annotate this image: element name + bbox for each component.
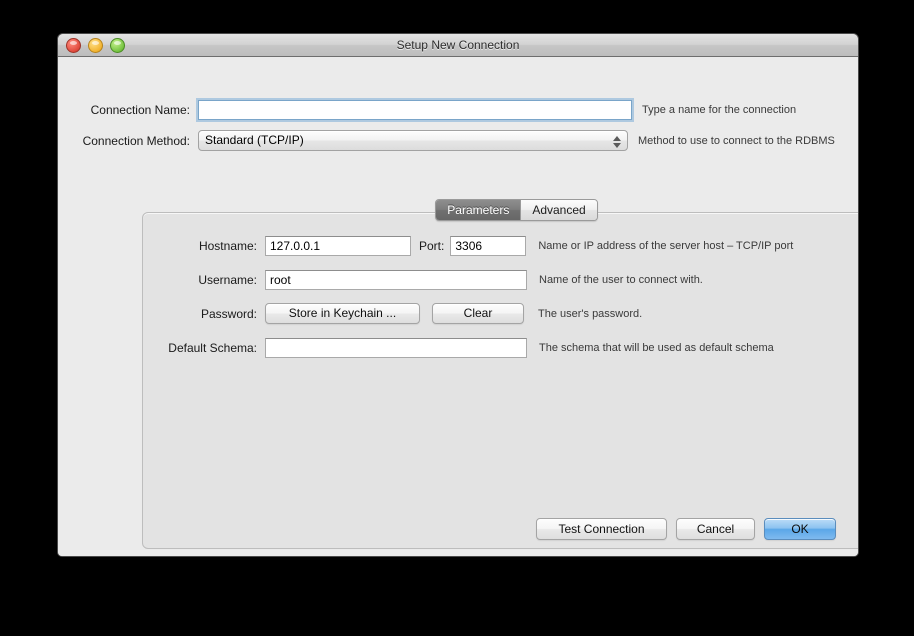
arrow-down-icon	[612, 142, 621, 148]
username-hint: Name of the user to connect with.	[539, 274, 703, 286]
connection-method-select[interactable]: Standard (TCP/IP)	[198, 130, 628, 151]
username-row: Username: Name of the user to connect wi…	[143, 270, 858, 290]
dialog-content: Connection Name: Type a name for the con…	[58, 57, 858, 556]
port-label: Port:	[419, 239, 445, 253]
default-schema-input[interactable]	[265, 338, 527, 358]
connection-name-row: Connection Name: Type a name for the con…	[58, 100, 858, 120]
connection-method-hint: Method to use to connect to the RDBMS	[638, 134, 835, 147]
tab-advanced[interactable]: Advanced	[520, 200, 597, 220]
tab-panel: Parameters Advanced Hostname: Port: Name…	[142, 199, 858, 549]
tab-strip: Parameters Advanced	[143, 199, 858, 221]
dialog-footer: Test Connection Cancel OK	[536, 518, 836, 540]
username-label: Username:	[198, 273, 257, 287]
tab-parameters[interactable]: Parameters	[436, 200, 521, 220]
connection-name-hint: Type a name for the connection	[642, 104, 797, 116]
connection-method-value: Standard (TCP/IP)	[205, 133, 304, 147]
dialog-window: Setup New Connection Connection Name: Ty…	[57, 33, 859, 557]
ok-button[interactable]: OK	[764, 518, 836, 540]
hostname-port-hint: Name or IP address of the server host – …	[538, 240, 794, 252]
connection-method-label: Connection Method:	[82, 133, 190, 148]
port-input[interactable]	[450, 236, 527, 256]
store-in-keychain-button[interactable]: Store in Keychain ...	[265, 303, 420, 324]
arrow-up-icon	[612, 135, 621, 141]
connection-method-row: Connection Method: Standard (TCP/IP) Met…	[58, 130, 858, 151]
title-bar: Setup New Connection	[58, 34, 858, 57]
cancel-button[interactable]: Cancel	[676, 518, 755, 540]
hostname-label: Hostname:	[198, 239, 257, 253]
connection-name-input[interactable]	[198, 100, 632, 120]
username-input[interactable]	[265, 270, 527, 290]
connection-name-label: Connection Name:	[90, 103, 190, 117]
default-schema-hint: The schema that will be used as default …	[539, 342, 774, 354]
password-label: Password:	[200, 306, 257, 321]
hostname-input[interactable]	[265, 236, 411, 256]
stepper-arrows-icon[interactable]	[609, 132, 624, 151]
window-title: Setup New Connection	[396, 38, 520, 52]
test-connection-button[interactable]: Test Connection	[536, 518, 667, 540]
default-schema-label: Default Schema:	[168, 341, 257, 355]
password-row: Password: Store in Keychain ... Clear Th…	[143, 303, 858, 324]
clear-password-button[interactable]: Clear	[432, 303, 524, 324]
password-hint: The user's password.	[538, 307, 643, 320]
default-schema-row: Default Schema: The schema that will be …	[143, 338, 858, 358]
hostname-row: Hostname: Port: Name or IP address of th…	[143, 236, 858, 256]
